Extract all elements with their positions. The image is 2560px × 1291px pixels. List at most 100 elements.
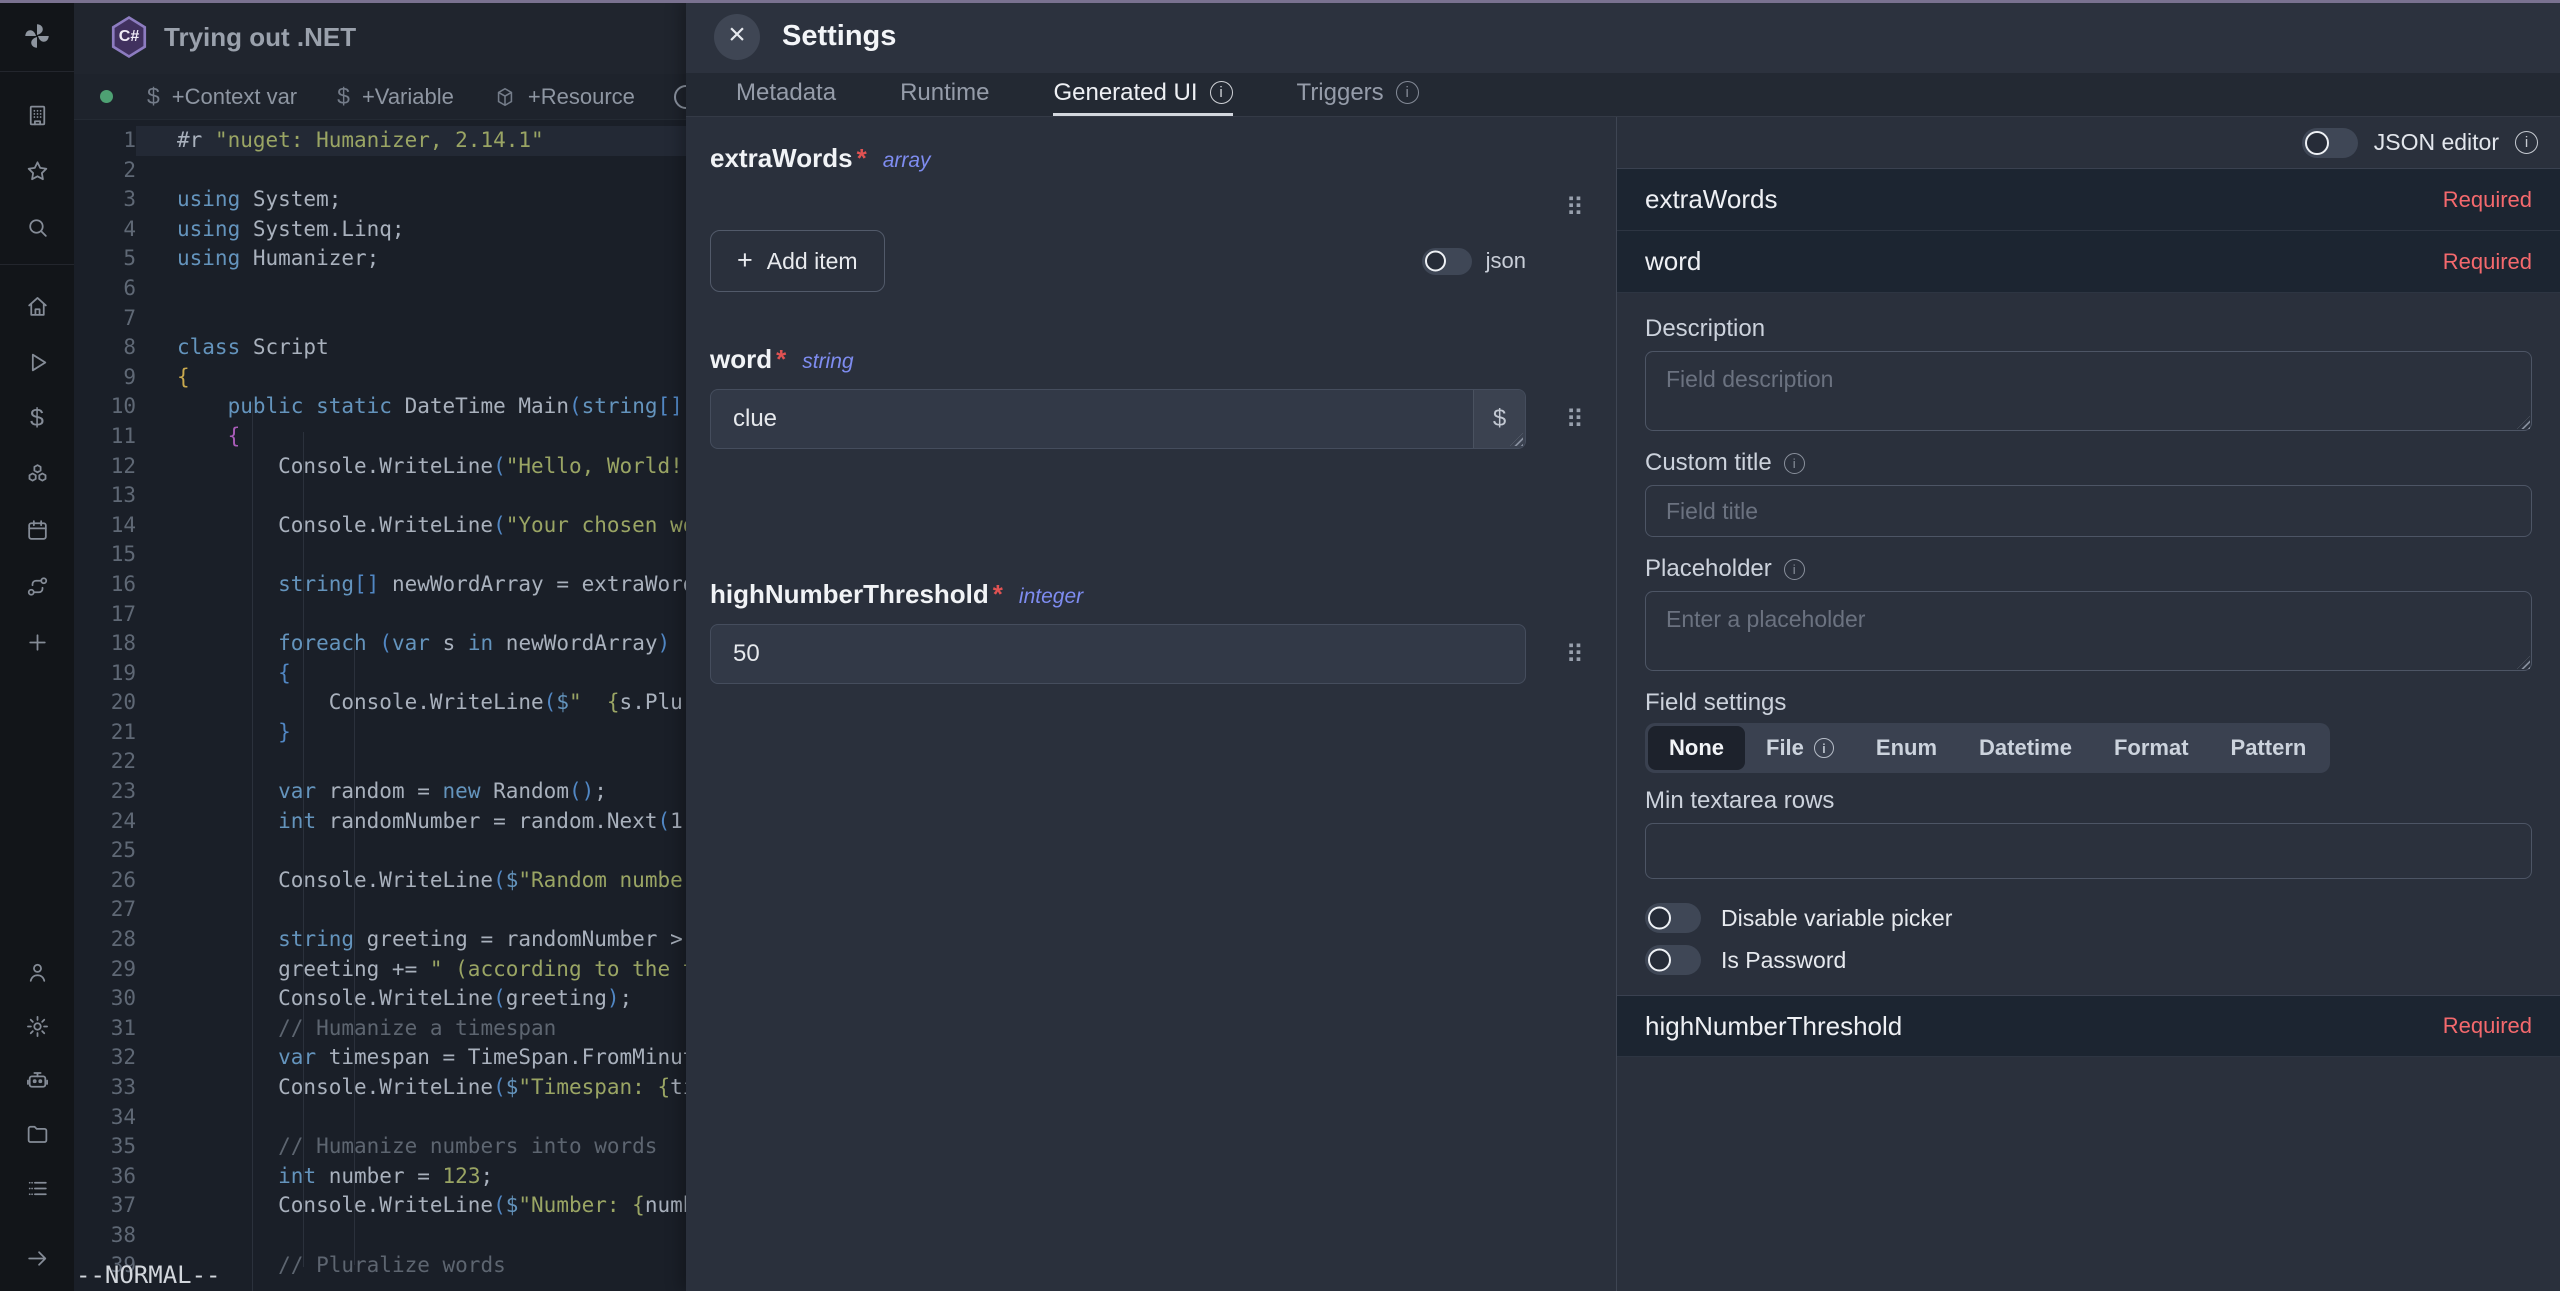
tab-generated-ui[interactable]: Generated UI <box>1053 73 1232 116</box>
dollar-icon[interactable]: $ <box>24 405 50 431</box>
code-line[interactable]: 12 Console.WriteLine("Hello, World!"); <box>74 452 686 482</box>
toggle-track[interactable] <box>1422 248 1472 275</box>
tab-triggers[interactable]: Triggers <box>1297 73 1419 116</box>
play-icon[interactable] <box>24 349 50 375</box>
field-setting-datetime[interactable]: Datetime <box>1958 726 2093 770</box>
code-line[interactable]: 27 <box>74 895 686 925</box>
field-setting-file[interactable]: File <box>1745 726 1855 770</box>
tab-runtime[interactable]: Runtime <box>900 73 989 116</box>
code-line[interactable]: 31 // Humanize a timespan <box>74 1014 686 1044</box>
code-line[interactable]: 5using Humanizer; <box>74 244 686 274</box>
star-icon[interactable] <box>24 158 50 184</box>
boxes-icon[interactable] <box>24 461 50 487</box>
code-line[interactable]: 24 int randomNumber = random.Next(1, 100… <box>74 807 686 837</box>
code-line[interactable]: 10 public static DateTime Main(string[] … <box>74 392 686 422</box>
line-number: 3 <box>74 185 136 215</box>
code-line[interactable]: 28 string greeting = randomNumber > high… <box>74 925 686 955</box>
add-item-button[interactable]: + Add item <box>710 230 885 292</box>
toolbar-variable-button[interactable]: $+Variable <box>337 83 454 110</box>
code-line[interactable]: 15 <box>74 540 686 570</box>
drag-handle-icon[interactable] <box>1566 407 1584 432</box>
settings-title: Settings <box>782 20 896 53</box>
field-config-panel: JSON editor extraWordsRequiredwordRequir… <box>1616 117 2560 1291</box>
code-line[interactable]: 38 <box>74 1221 686 1251</box>
code-line[interactable]: 8class Script <box>74 333 686 363</box>
code-line[interactable]: 14 Console.WriteLine("Your chosen word i… <box>74 511 686 541</box>
config-row-word[interactable]: wordRequired <box>1617 231 2560 293</box>
field-setting-enum[interactable]: Enum <box>1855 726 1958 770</box>
code-line[interactable]: 29 greeting += " (according to the thres… <box>74 955 686 985</box>
close-icon[interactable] <box>714 14 760 60</box>
code-line[interactable]: 35 // Humanize numbers into words <box>74 1132 686 1162</box>
toggle-track[interactable] <box>1645 903 1701 933</box>
search-icon[interactable] <box>24 214 50 240</box>
word-input[interactable] <box>711 390 1473 448</box>
json-editor-toggle[interactable]: JSON editor <box>2302 128 2538 158</box>
code-line[interactable]: 22 <box>74 747 686 777</box>
editor-toolbar: $+Context var $+Variable +Resource <box>74 74 686 120</box>
info-icon[interactable] <box>1784 453 1805 474</box>
script-title[interactable]: Trying out .NET <box>164 22 356 53</box>
folder-icon[interactable] <box>24 1121 50 1147</box>
building-icon[interactable] <box>24 102 50 128</box>
robot-icon[interactable] <box>24 1067 50 1093</box>
toggle-is-password[interactable]: Is Password <box>1645 945 2532 975</box>
code-line[interactable]: 25 <box>74 836 686 866</box>
info-icon[interactable] <box>2515 131 2538 154</box>
highnumberthreshold-input[interactable] <box>711 625 1525 683</box>
code-line[interactable]: 4using System.Linq; <box>74 215 686 245</box>
route-icon[interactable] <box>24 573 50 599</box>
toolbar-resource-button[interactable]: +Resource <box>494 84 635 110</box>
field-setting-none[interactable]: None <box>1648 726 1745 770</box>
toggle-disable-variable-picker[interactable]: Disable variable picker <box>1645 903 2532 933</box>
min-textarea-rows-input[interactable] <box>1645 823 2532 879</box>
code-line[interactable]: 20 Console.WriteLine($" {s.Pluralize()}"… <box>74 688 686 718</box>
config-row-extrawords[interactable]: extraWordsRequired <box>1617 169 2560 231</box>
placeholder-textarea[interactable] <box>1645 591 2532 671</box>
drag-handle-icon[interactable] <box>1566 195 1584 220</box>
info-icon[interactable] <box>1784 559 1805 580</box>
field-setting-pattern[interactable]: Pattern <box>2210 726 2328 770</box>
code-line[interactable]: 9{ <box>74 363 686 393</box>
user-icon[interactable] <box>24 959 50 985</box>
code-area[interactable]: 1#r "nuget: Humanizer, 2.14.1"23using Sy… <box>74 120 686 1280</box>
toggle-track[interactable] <box>1645 945 1701 975</box>
code-line[interactable]: 30 Console.WriteLine(greeting); <box>74 984 686 1014</box>
toolbar-contextvar-button[interactable]: $+Context var <box>147 83 297 110</box>
custom-title-input[interactable] <box>1645 485 2532 537</box>
drag-handle-icon[interactable] <box>1566 642 1584 667</box>
code-line[interactable]: 11 { <box>74 422 686 452</box>
code-line[interactable]: 34 <box>74 1103 686 1133</box>
code-line[interactable]: 7 <box>74 304 686 334</box>
config-row-highnumberthreshold[interactable]: highNumberThreshold Required <box>1617 995 2560 1057</box>
plus-icon[interactable] <box>24 629 50 655</box>
code-line[interactable]: 26 Console.WriteLine($"Random number: {r… <box>74 866 686 896</box>
code-line[interactable]: 1#r "nuget: Humanizer, 2.14.1" <box>74 126 686 156</box>
field-setting-format[interactable]: Format <box>2093 726 2210 770</box>
code-line[interactable]: 19 { <box>74 659 686 689</box>
list-icon[interactable] <box>24 1175 50 1201</box>
json-toggle[interactable]: json <box>1422 248 1526 275</box>
calendar-icon[interactable] <box>24 517 50 543</box>
arrow-right-icon[interactable] <box>24 1245 50 1271</box>
code-line[interactable]: 13 <box>74 481 686 511</box>
code-line[interactable]: 17 <box>74 600 686 630</box>
code-line[interactable]: 2 <box>74 156 686 186</box>
toggle-track[interactable] <box>2302 128 2358 158</box>
code-line[interactable]: 23 var random = new Random(); <box>74 777 686 807</box>
code-line[interactable]: 16 string[] newWordArray = extraWords.Ap… <box>74 570 686 600</box>
gear-icon[interactable] <box>24 1013 50 1039</box>
code-line[interactable]: 32 var timespan = TimeSpan.FromMinutes(r… <box>74 1043 686 1073</box>
code-line[interactable]: 36 int number = 123; <box>74 1162 686 1192</box>
code-line[interactable]: 6 <box>74 274 686 304</box>
code-line[interactable]: 21 } <box>74 718 686 748</box>
description-textarea[interactable] <box>1645 351 2532 431</box>
code-line[interactable]: 37 Console.WriteLine($"Number: {number.T… <box>74 1191 686 1221</box>
windmill-logo-icon[interactable] <box>0 0 74 72</box>
code-line[interactable]: 18 foreach (var s in newWordArray) <box>74 629 686 659</box>
home-icon[interactable] <box>24 293 50 319</box>
code-line[interactable]: 3using System; <box>74 185 686 215</box>
tab-metadata[interactable]: Metadata <box>736 73 836 116</box>
toggle-knob <box>1425 251 1446 272</box>
code-line[interactable]: 33 Console.WriteLine($"Timespan: {timesp… <box>74 1073 686 1103</box>
